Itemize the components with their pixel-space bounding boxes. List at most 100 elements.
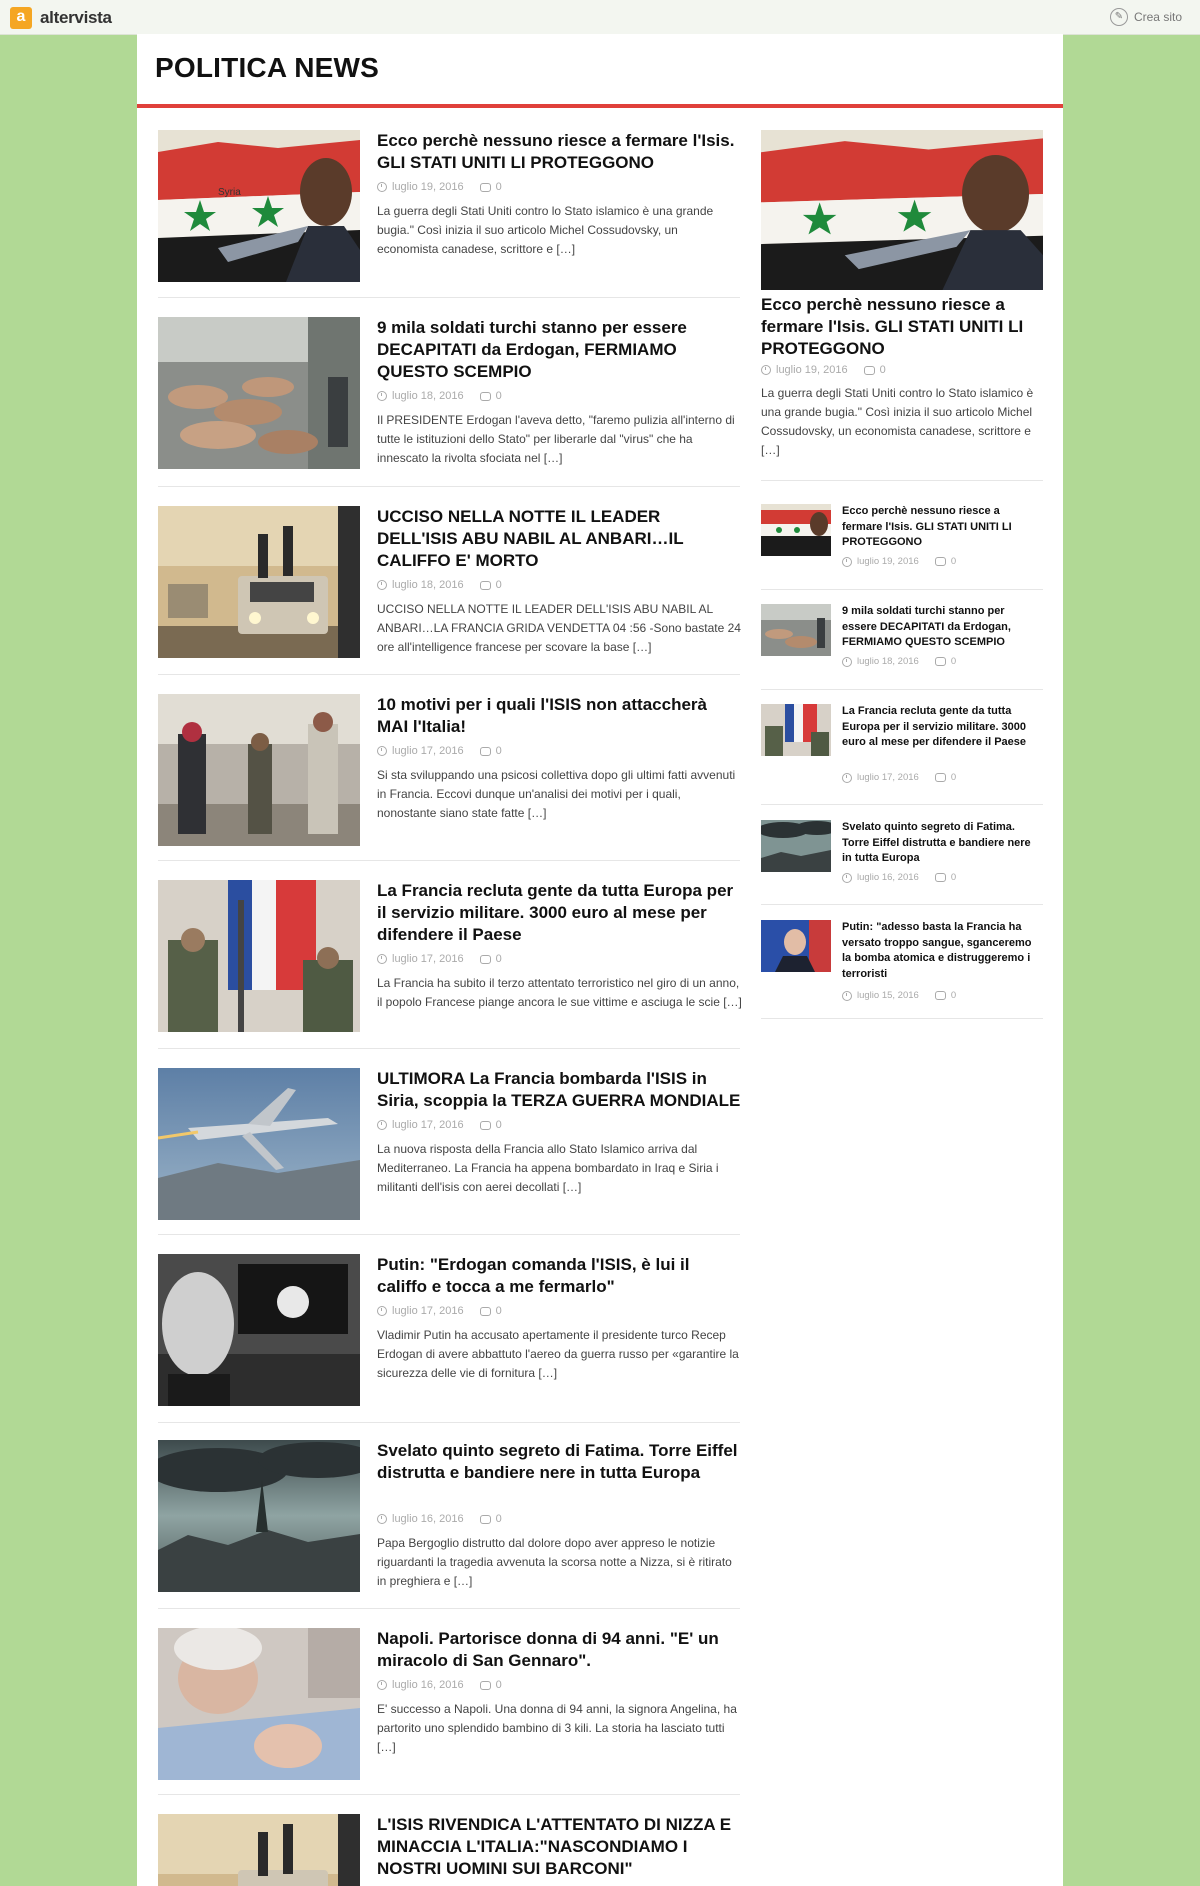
comment-icon [479, 746, 491, 756]
post-thumbnail[interactable] [158, 1068, 360, 1220]
post-thumbnail[interactable]: Syria [158, 130, 360, 282]
post-item: Putin: "Erdogan comanda l'ISIS, è lui il… [158, 1254, 740, 1406]
comment-count[interactable]: 0 [880, 364, 886, 376]
comment-icon [934, 557, 946, 566]
sidebar-item-title-link[interactable]: 9 mila soldati turchi stanno per essere … [842, 604, 1042, 651]
post-excerpt: Vladimir Putin ha accusato apertamente i… [377, 1328, 739, 1380]
sidebar-item-title-link[interactable]: La Francia recluta gente da tutta Europa… [842, 704, 1042, 751]
post-item: La Francia recluta gente da tutta Europa… [158, 880, 742, 1032]
post-meta: luglio 18, 2016 0 [377, 390, 502, 402]
comment-count[interactable]: 0 [951, 772, 956, 783]
post-thumbnail[interactable] [158, 1440, 360, 1592]
sidebar-thumbnail[interactable] [761, 504, 831, 556]
post-title-link[interactable]: 9 mila soldati turchi stanno per essere … [377, 317, 742, 383]
post-date: luglio 19, 2016 [776, 364, 848, 376]
post-meta: luglio 18, 2016 0 [377, 579, 502, 591]
sidebar-featured-thumbnail[interactable] [761, 130, 1043, 290]
sidebar-thumbnail[interactable] [761, 704, 831, 756]
comment-icon [934, 773, 946, 782]
post-meta: luglio 17, 2016 0 [377, 953, 502, 965]
post-thumbnail[interactable] [158, 880, 360, 1032]
post-item: ULTIMORA La Francia bombarda l'ISIS in S… [158, 1068, 740, 1220]
syria-obama-image [761, 504, 831, 556]
sidebar-item-title-link[interactable]: Putin: "adesso basta la Francia ha versa… [842, 920, 1042, 982]
post-title-link[interactable]: Ecco perchè nessuno riesce a fermare l'I… [377, 130, 742, 174]
clock-icon [842, 872, 852, 883]
post-title-link[interactable]: Putin: "Erdogan comanda l'ISIS, è lui il… [377, 1254, 742, 1298]
site-header: POLITICA NEWS [137, 34, 1063, 108]
sidebar-item-title-link[interactable]: Ecco perchè nessuno riesce a fermare l'I… [842, 504, 1042, 551]
post-divider [158, 674, 740, 675]
sidebar-list-item: La Francia recluta gente da tutta Europa… [761, 704, 1043, 790]
comment-icon [934, 657, 946, 666]
post-date: luglio 16, 2016 [392, 1513, 464, 1525]
comment-count[interactable]: 0 [496, 1679, 502, 1691]
post-thumbnail[interactable] [158, 1814, 360, 1886]
comment-count[interactable]: 0 [496, 181, 502, 193]
sidebar-thumbnail[interactable] [761, 604, 831, 656]
comment-count[interactable]: 0 [496, 1513, 502, 1525]
comment-count[interactable]: 0 [496, 745, 502, 757]
create-site-link[interactable]: ✎ Crea sito [1109, 8, 1182, 26]
sidebar-thumbnail[interactable] [761, 920, 831, 972]
post-title-link[interactable]: L'ISIS RIVENDICA L'ATTENTATO DI NIZZA E … [377, 1814, 740, 1880]
clock-icon [842, 656, 852, 667]
post-date: luglio 19, 2016 [392, 181, 464, 193]
clock-icon [842, 772, 852, 783]
post-thumbnail[interactable] [158, 506, 360, 658]
clock-icon [377, 746, 387, 756]
post-title-link[interactable]: Napoli. Partorisce donna di 94 anni. "E'… [377, 1628, 742, 1672]
clock-icon [842, 556, 852, 567]
post-thumbnail[interactable] [158, 317, 360, 469]
post-meta: luglio 16, 2016 0 [377, 1513, 502, 1525]
comment-icon [479, 1680, 491, 1690]
site-title[interactable]: POLITICA NEWS [155, 52, 379, 84]
sidebar-divider [761, 804, 1043, 805]
post-title-link[interactable]: La Francia recluta gente da tutta Europa… [377, 880, 742, 946]
sidebar-thumbnail[interactable] [761, 820, 831, 872]
comment-count[interactable]: 0 [496, 1119, 502, 1131]
clock-icon [377, 1120, 387, 1130]
sidebar-divider [761, 589, 1043, 590]
sidebar-featured-title-link[interactable]: Ecco perchè nessuno riesce a fermare l'I… [761, 294, 1043, 360]
sidebar-list-item: Ecco perchè nessuno riesce a fermare l'I… [761, 504, 1043, 574]
post-divider [158, 1234, 740, 1235]
comment-count[interactable]: 0 [496, 953, 502, 965]
comment-count[interactable]: 0 [951, 556, 956, 567]
elderly-woman-baby-image [158, 1628, 360, 1780]
post-date: luglio 17, 2016 [392, 1119, 464, 1131]
post-thumbnail[interactable] [158, 694, 360, 846]
comment-count[interactable]: 0 [496, 579, 502, 591]
comment-count[interactable]: 0 [951, 872, 956, 883]
post-excerpt: UCCISO NELLA NOTTE IL LEADER DELL'ISIS A… [377, 602, 741, 654]
post-thumbnail[interactable] [158, 1628, 360, 1780]
post-date: luglio 16, 2016 [392, 1679, 464, 1691]
comment-icon [934, 991, 946, 1000]
comment-icon [479, 1514, 491, 1524]
post-excerpt: Papa Bergoglio distrutto dal dolore dopo… [377, 1536, 732, 1588]
altervista-logo[interactable]: a altervista [10, 6, 112, 30]
comment-count[interactable]: 0 [496, 1305, 502, 1317]
post-item: Napoli. Partorisce donna di 94 anni. "E'… [158, 1628, 740, 1780]
altervista-brand-name: altervista [40, 8, 112, 27]
post-title-link[interactable]: ULTIMORA La Francia bombarda l'ISIS in S… [377, 1068, 742, 1112]
sidebar-item-title-link[interactable]: Svelato quinto segreto di Fatima. Torre … [842, 820, 1042, 867]
post-date: luglio 18, 2016 [392, 390, 464, 402]
comment-count[interactable]: 0 [951, 656, 956, 667]
post-divider [158, 297, 740, 298]
militant-convoy-image [158, 1814, 360, 1886]
comment-count[interactable]: 0 [496, 390, 502, 402]
post-title-link[interactable]: UCCISO NELLA NOTTE IL LEADER DELL'ISIS A… [377, 506, 742, 572]
comment-icon [479, 580, 491, 590]
post-date: luglio 18, 2016 [857, 656, 919, 667]
comment-icon [479, 954, 491, 964]
post-thumbnail[interactable] [158, 1254, 360, 1406]
comment-icon [934, 873, 946, 882]
syria-obama-image [761, 130, 1043, 290]
post-item: UCCISO NELLA NOTTE IL LEADER DELL'ISIS A… [158, 506, 742, 658]
post-title-link[interactable]: Svelato quinto segreto di Fatima. Torre … [377, 1440, 742, 1484]
post-title-link[interactable]: 10 motivi per i quali l'ISIS non attacch… [377, 694, 742, 738]
comment-icon [479, 391, 491, 401]
comment-count[interactable]: 0 [951, 990, 956, 1001]
post-divider [158, 1608, 740, 1609]
